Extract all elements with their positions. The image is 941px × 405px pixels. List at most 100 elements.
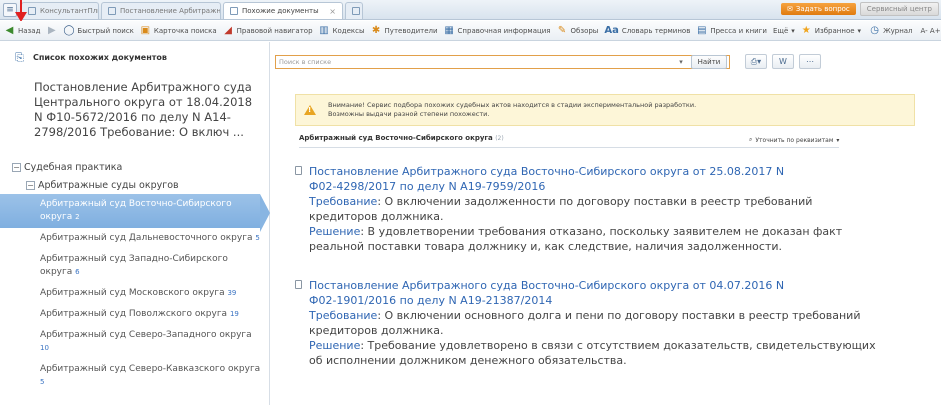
arrow-left-icon: ◀: [5, 25, 14, 36]
court-name: Арбитражный суд Западно-Сибирского округ…: [40, 254, 228, 277]
tab-label: Постановление Арбитражного суд...: [120, 7, 221, 15]
reviews-button[interactable]: ✎ Обзоры: [557, 25, 599, 36]
court-item-far-eastern[interactable]: Арбитражный суд Дальневосточного округа …: [0, 228, 270, 249]
requirement-label: Требование: [309, 309, 378, 322]
reviews-icon: ✎: [557, 25, 567, 36]
close-icon[interactable]: ×: [329, 7, 336, 16]
refine-by-details-button[interactable]: ⌕ Уточнить по реквизитам ▾: [749, 136, 839, 144]
court-count: 5: [40, 378, 45, 386]
refine-label: Уточнить по реквизитам: [755, 136, 834, 144]
more-label: Ещё: [772, 26, 789, 35]
court-item-north-caucasus[interactable]: Арбитражный суд Северо-Кавказского округ…: [0, 359, 270, 393]
tab-new[interactable]: [345, 2, 363, 19]
service-center-button[interactable]: Сервисный центр: [859, 2, 939, 16]
back-button[interactable]: ◀ Назад: [4, 25, 41, 36]
court-name: Арбитражный суд Северо-Кавказского округ…: [40, 364, 261, 374]
court-item-north-west[interactable]: Арбитражный суд Северо-Западного округа …: [0, 325, 270, 359]
decision-label: Решение: [309, 339, 361, 352]
forward-button[interactable]: ▶: [46, 25, 57, 36]
more-button[interactable]: Ещё ▾: [773, 27, 795, 35]
export-word-button[interactable]: W: [772, 54, 794, 69]
codes-button[interactable]: ▥ Кодексы: [319, 25, 364, 36]
find-button[interactable]: Найти: [691, 55, 727, 69]
guides-label: Путеводители: [384, 26, 438, 35]
guides-icon: ✱: [371, 25, 381, 36]
court-name: Арбитражный суд Дальневосточного округа: [40, 233, 253, 243]
history-button[interactable]: ◷ Журнал: [869, 25, 912, 36]
result-title-line: Постановление Арбитражного суда Восточно…: [309, 165, 785, 178]
ask-question-button[interactable]: ✉ Задать вопрос: [781, 3, 856, 15]
history-label: Журнал: [883, 26, 913, 35]
left-panel: ⎘ Список похожих документов Постановлени…: [0, 42, 270, 405]
court-name: Арбитражный суд Поволжского округа: [40, 309, 228, 319]
collapse-icon[interactable]: −: [26, 180, 35, 190]
court-count: 39: [227, 289, 237, 297]
similar-docs-icon: ⎘: [15, 50, 24, 64]
tree-node-arbitration-courts[interactable]: − Арбитражные суды округов: [0, 176, 270, 194]
list-search-bar: Поиск в списке ▾ Найти ⎙▾ W ⋯: [271, 42, 941, 82]
result-decision: Решение: В удовлетворении требования отк…: [295, 224, 895, 239]
tab-label: КонсультантПлюс: [40, 7, 98, 15]
back-label: Назад: [18, 26, 41, 35]
press-button[interactable]: ▤ Пресса и книги: [696, 25, 767, 36]
quick-search-button[interactable]: ◯ Быстрый поиск: [63, 25, 134, 36]
court-item-volga[interactable]: Арбитражный суд Поволжского округа 19: [0, 304, 270, 325]
tab-document[interactable]: Постановление Арбитражного суд... ×: [101, 2, 221, 19]
dictionary-label: Словарь терминов: [621, 26, 691, 35]
chevron-down-icon[interactable]: ▾: [675, 56, 687, 68]
court-item-east-siberian[interactable]: Арбитражный суд Восточно-Сибирского окру…: [0, 194, 270, 232]
toolbar-right: ★ Избранное ▾ ◷ Журнал A- A+: [801, 25, 941, 36]
search-icon: ⌕: [749, 136, 753, 143]
left-panel-header: ⎘ Список похожих документов: [0, 42, 269, 72]
quick-search-label: Быстрый поиск: [77, 26, 134, 35]
decision-text: : Требование удовлетворено в связи с отс…: [360, 339, 876, 352]
court-item-west-siberian[interactable]: Арбитражный суд Западно-Сибирского округ…: [0, 249, 270, 283]
font-size-button[interactable]: A- A+: [921, 27, 941, 35]
court-count: 19: [229, 310, 239, 318]
tab-similar-docs[interactable]: Похожие документы ×: [223, 2, 343, 19]
card-search-button[interactable]: ▣ Карточка поиска: [140, 25, 217, 36]
collapse-icon[interactable]: −: [12, 162, 21, 172]
tab-label: Похожие документы: [242, 7, 319, 15]
decision-text: : В удовлетворении требования отказано, …: [360, 225, 843, 238]
service-center-label: Сервисный центр: [866, 5, 932, 13]
favorites-label: Избранное: [814, 26, 855, 35]
tree-node-label: Судебная практика: [24, 161, 123, 173]
more-actions-button[interactable]: ⋯: [799, 54, 821, 69]
annotation-arrow-icon: [15, 0, 27, 22]
group-title: Арбитражный суд Восточно-Сибирского окру…: [299, 134, 493, 142]
print-button[interactable]: ⎙▾: [745, 54, 767, 69]
legal-navigator-button[interactable]: ◢ Правовой навигатор: [223, 25, 312, 36]
court-name: Арбитражный суд Восточно-Сибирского окру…: [40, 199, 232, 222]
search-in-list-input[interactable]: Поиск в списке: [275, 55, 730, 69]
list-tools: ⎙▾ W ⋯: [745, 54, 821, 69]
result-requirement: Требование: О включении задолженности по…: [295, 194, 895, 209]
favorites-button[interactable]: ★ Избранное ▾: [801, 25, 861, 36]
new-tab-icon: [352, 7, 360, 15]
result-decision: Решение: Требование удовлетворено в связ…: [295, 338, 895, 353]
court-count: 6: [75, 268, 80, 276]
ellipsis-icon: ⋯: [806, 57, 814, 66]
source-document-reference[interactable]: Постановление Арбитражного суда Централь…: [34, 80, 264, 140]
warning-line: Внимание! Сервис подбора похожих судебны…: [328, 101, 697, 109]
reviews-label: Обзоры: [570, 26, 599, 35]
tab-home[interactable]: КонсультантПлюс: [21, 2, 99, 19]
press-label: Пресса и книги: [710, 26, 767, 35]
tree-node-judicial-practice[interactable]: − Судебная практика: [0, 158, 270, 176]
document-icon: [28, 7, 36, 15]
tab-bar: ≡ КонсультантПлюс Постановление Арбитраж…: [0, 0, 941, 20]
reference-button[interactable]: ▦ Справочная информация: [444, 25, 550, 36]
result-requirement: Требование: О включении основного долга …: [295, 308, 895, 323]
result-title-link[interactable]: Постановление Арбитражного суда Восточно…: [295, 164, 895, 194]
decision-text: реальной поставки товара должнику и, как…: [309, 240, 782, 253]
chevron-down-icon: ▾: [857, 26, 862, 35]
result-title-line: Постановление Арбитражного суда Восточно…: [309, 279, 785, 292]
dictionary-button[interactable]: Aa Словарь терминов: [604, 25, 690, 36]
guides-button[interactable]: ✱ Путеводители: [371, 25, 438, 36]
court-item-moscow[interactable]: Арбитражный суд Московского округа 39: [0, 283, 270, 304]
tree-node-label: Арбитражные суды округов: [38, 179, 179, 191]
dictionary-icon: Aa: [604, 25, 619, 36]
result-title-link[interactable]: Постановление Арбитражного суда Восточно…: [295, 278, 895, 308]
requirement-label: Требование: [309, 195, 378, 208]
top-right-area: ✉ Задать вопрос Сервисный центр: [781, 0, 941, 19]
